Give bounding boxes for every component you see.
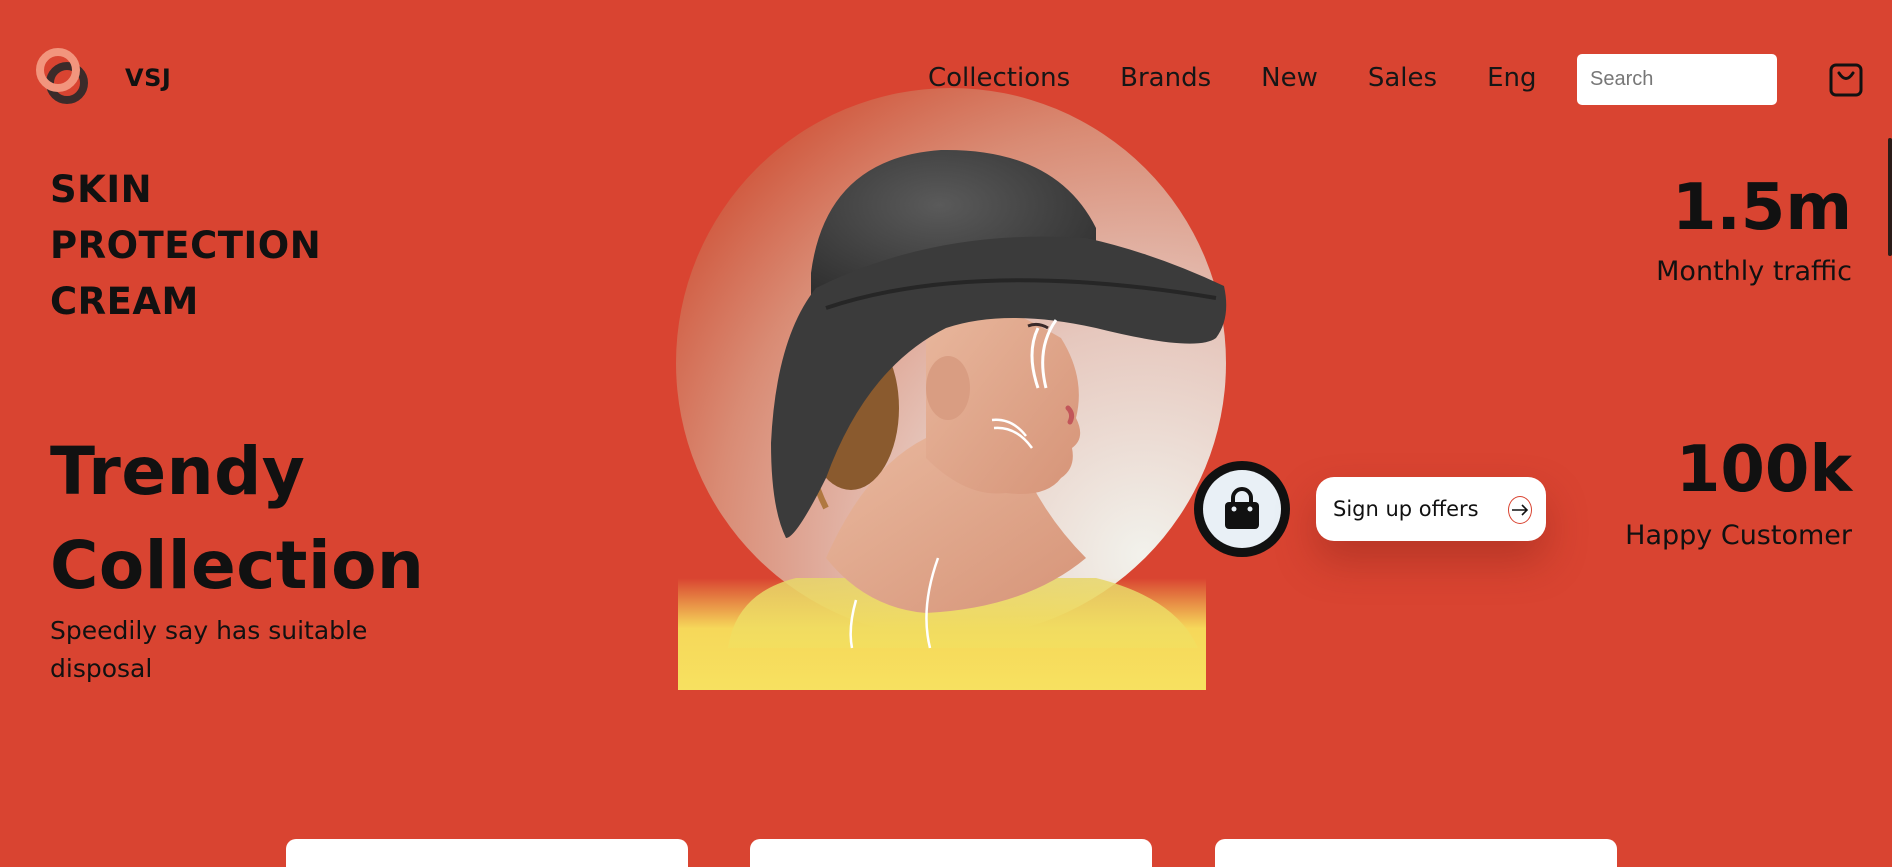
stat-monthly-traffic-label: Monthly traffic	[1656, 256, 1852, 287]
nav-language[interactable]: Eng	[1487, 60, 1536, 96]
logo[interactable]	[36, 46, 106, 116]
cart-icon[interactable]	[1826, 60, 1866, 100]
landing-page: VSJ Collections Brands New Sales Eng SKI…	[0, 0, 1892, 867]
search-input[interactable]	[1577, 54, 1777, 105]
woman-in-hat-illustration	[728, 149, 1227, 649]
headline-line-2: Collection	[50, 527, 425, 604]
feature-card-2[interactable]	[750, 839, 1152, 867]
shopping-bag-icon[interactable]	[1194, 461, 1290, 557]
stat-happy-customer-label: Happy Customer	[1625, 520, 1852, 551]
brand-name[interactable]: VSJ	[125, 64, 171, 92]
product-line-2: PROTECTION	[50, 224, 322, 267]
signup-offers-label: Sign up offers	[1333, 497, 1479, 521]
feature-card-3[interactable]	[1215, 839, 1617, 867]
nav-sales[interactable]: Sales	[1368, 60, 1437, 96]
bag-button-inner	[1203, 470, 1281, 548]
product-line-3: CREAM	[50, 280, 199, 323]
product-line-1: SKIN	[50, 168, 153, 211]
signup-offers-button[interactable]: Sign up offers	[1316, 477, 1546, 541]
hero-tagline: Speedily say has suitable disposal	[50, 616, 368, 683]
page-scrollbar[interactable]	[1888, 138, 1892, 256]
arrow-right-icon	[1508, 496, 1532, 524]
headline-line-1: Trendy	[50, 433, 306, 510]
feature-card-1[interactable]	[286, 839, 688, 867]
hero-image	[676, 88, 1230, 690]
nav-new[interactable]: New	[1261, 60, 1318, 96]
stat-happy-customer-value: 100k	[1675, 433, 1852, 507]
stat-monthly-traffic-value: 1.5m	[1671, 171, 1852, 245]
logo-ring-light	[36, 48, 80, 92]
